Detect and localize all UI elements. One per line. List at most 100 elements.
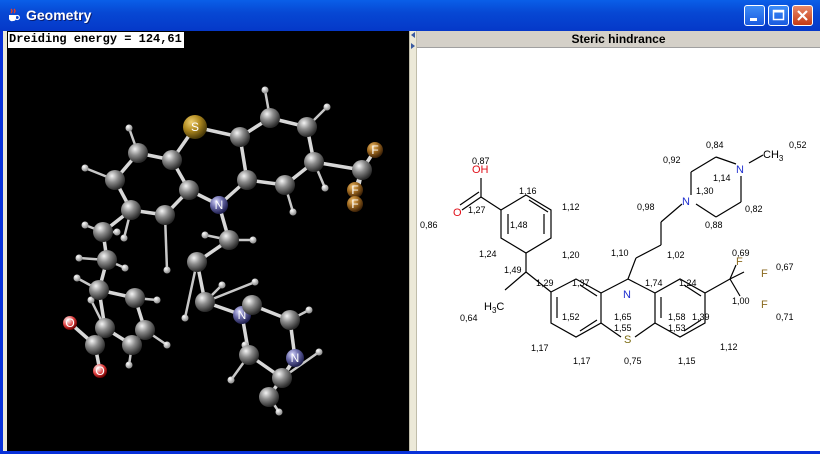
bonds-3d <box>68 89 377 413</box>
steric-value: 1,52 <box>562 312 580 322</box>
atom-label-3d: N <box>215 198 224 212</box>
f-atom-label-2: F <box>761 268 768 280</box>
hydrogen-atom-3d <box>321 184 329 192</box>
steric-value: 1,00 <box>732 296 750 306</box>
n-atom-label-piperazine-1: N <box>682 196 690 208</box>
carbon-atom-3d <box>260 108 280 128</box>
n-atom-label-piperazine-4: N <box>736 164 744 176</box>
close-button[interactable] <box>792 5 813 26</box>
carbon-atom-3d <box>187 252 207 272</box>
carbon-atom-3d <box>93 222 113 242</box>
h3c-label: H3C <box>484 301 504 315</box>
hydrogen-atom-3d <box>181 314 189 322</box>
carbon-atom-3d <box>95 318 115 338</box>
steric-value: 1,02 <box>667 250 685 260</box>
steric-value: 0,69 <box>732 248 750 258</box>
steric-value: 1,24 <box>479 249 497 259</box>
hydrogen-atom-3d <box>323 103 331 111</box>
hydrogen-atom-3d <box>73 274 81 282</box>
steric-value: 1,17 <box>531 343 549 353</box>
molecule-3d-viewer[interactable]: SNNNFFFOO Dreiding energy = 124,61 <box>7 31 409 451</box>
steric-value: 0,67 <box>776 262 794 272</box>
carbon-atom-3d <box>352 160 372 180</box>
structure-2d-drawing: OH O N S N N CH3 H3C F F F 0,87 1,27 0,8… <box>420 140 807 366</box>
carbon-atom-3d <box>272 368 292 388</box>
hydrogen-atom-3d <box>275 408 283 416</box>
minimize-button[interactable] <box>744 5 765 26</box>
carbon-atom-3d <box>297 117 317 137</box>
hydrogen-atom-3d <box>120 234 128 242</box>
steric-value: 1,30 <box>696 186 714 196</box>
carbon-atom-3d <box>195 292 215 312</box>
hydrogen-atom-3d <box>153 296 161 304</box>
carbon-atom-3d <box>85 335 105 355</box>
atom-label-3d: F <box>351 197 358 211</box>
hydrogen-atom-3d <box>121 264 129 272</box>
s-atom-label: S <box>624 334 631 346</box>
split-pane-divider[interactable] <box>409 31 417 451</box>
steric-value: 1,53 <box>668 323 686 333</box>
hydrogen-atom-3d <box>81 221 89 229</box>
steric-value: 0,92 <box>663 155 681 165</box>
hydrogen-atom-3d <box>218 281 226 289</box>
steric-value: 1,37 <box>572 278 590 288</box>
hydrogen-atom-3d <box>81 164 89 172</box>
title-bar[interactable]: Geometry <box>0 0 820 31</box>
steric-value: 0,86 <box>420 220 438 230</box>
steric-value: 1,74 <box>645 278 663 288</box>
steric-value: 0,71 <box>776 312 794 322</box>
carbon-atom-3d <box>259 387 279 407</box>
o-atom-label: O <box>453 207 462 219</box>
steric-value: 1,29 <box>536 278 554 288</box>
carbon-atom-3d <box>304 152 324 172</box>
steric-value: 1,10 <box>611 248 629 258</box>
hydrogen-atom-3d <box>251 278 259 286</box>
splitter-arrows-icon[interactable] <box>410 31 416 61</box>
hydrogen-atom-3d <box>315 348 323 356</box>
hydrogen-atom-3d <box>249 236 257 244</box>
steric-value: 1,17 <box>573 356 591 366</box>
window-title: Geometry <box>26 7 92 23</box>
atom-label-3d: O <box>95 364 104 378</box>
maximize-button[interactable] <box>768 5 789 26</box>
carbon-atom-3d <box>97 250 117 270</box>
java-cup-icon <box>9 8 20 22</box>
maximize-icon <box>772 9 785 21</box>
carbon-atom-3d <box>89 280 109 300</box>
hydrogen-atom-3d <box>289 208 297 216</box>
panel-header: Steric hindrance <box>417 31 820 48</box>
steric-value: 1,16 <box>519 186 537 196</box>
carbon-atom-3d <box>105 170 125 190</box>
hydrogen-atom-3d <box>201 231 209 239</box>
hydrogen-atom-3d <box>75 254 83 262</box>
carbon-atom-3d <box>162 150 182 170</box>
carbon-atom-3d <box>125 288 145 308</box>
steric-value: 1,58 <box>668 312 686 322</box>
steric-value: 1,48 <box>510 220 528 230</box>
steric-value: 0,88 <box>705 220 723 230</box>
steric-value: 1,55 <box>614 323 632 333</box>
atom-label-3d: S <box>191 120 199 134</box>
carbon-atom-3d <box>280 310 300 330</box>
steric-value: 0,87 <box>472 156 490 166</box>
steric-value: 1,15 <box>678 356 696 366</box>
steric-value: 0,98 <box>637 202 655 212</box>
hydrogen-atom-3d <box>261 86 269 94</box>
hydrogen-atom-3d <box>227 376 235 384</box>
close-icon <box>797 10 808 21</box>
minimize-icon <box>750 18 757 21</box>
steric-value: 0,64 <box>460 313 478 323</box>
steric-value: 1,20 <box>562 250 580 260</box>
steric-value: 0,82 <box>745 204 763 214</box>
steric-value: 0,52 <box>789 140 807 150</box>
hydrogen-atom-3d <box>163 341 171 349</box>
app-window: Geometry SNNNFFFOO Dreiding energy = 124… <box>0 0 820 454</box>
carbon-atom-3d <box>237 170 257 190</box>
carbon-atom-3d <box>122 335 142 355</box>
molecule-3d-canvas[interactable]: SNNNFFFOO <box>7 31 409 451</box>
steric-value: 0,84 <box>706 140 724 150</box>
carbon-atom-3d <box>275 175 295 195</box>
steric-value: 1,27 <box>468 205 486 215</box>
steric-value: 1,65 <box>614 312 632 322</box>
atom-label-3d: F <box>351 183 358 197</box>
